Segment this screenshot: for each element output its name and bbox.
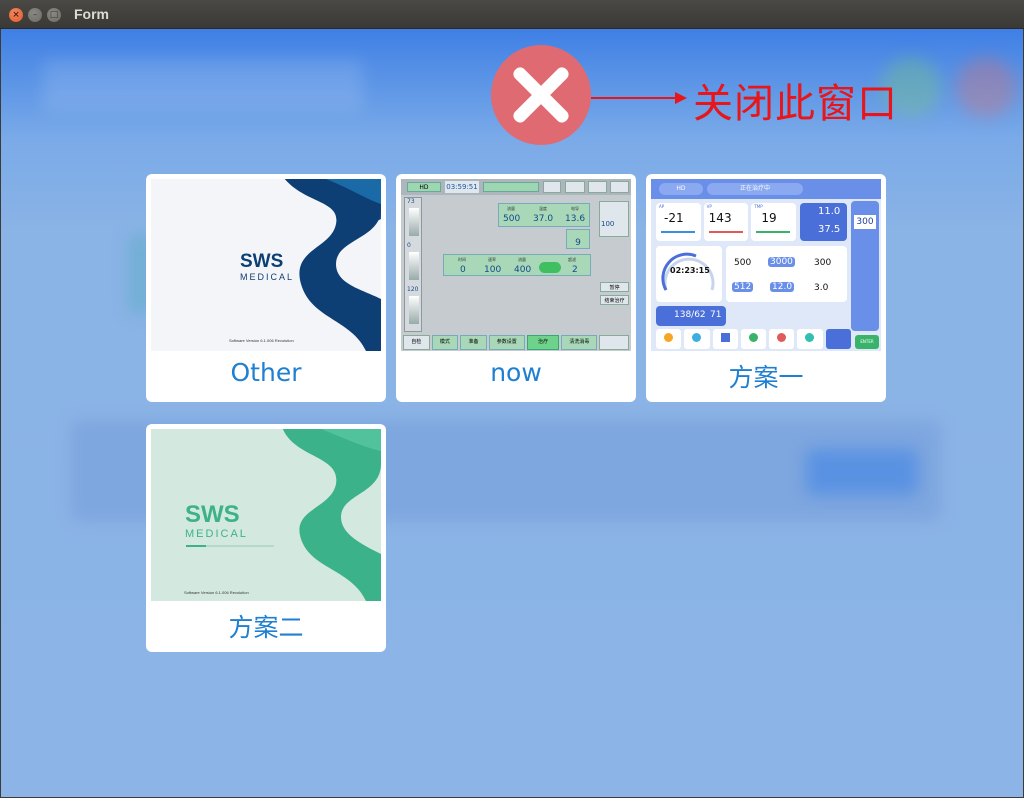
brand-logo-subtext: MEDICAL — [240, 272, 295, 282]
mini-right-control: 100 — [599, 201, 629, 237]
mini-pause-button: 暂停 — [600, 282, 629, 292]
window-close-button[interactable]: × — [9, 8, 23, 22]
theme-card-now[interactable]: HD 03:59:51 73 0 120 流量 500 温度 37.0 电导 1… — [396, 174, 636, 402]
mini-end-button: 结束治疗 — [600, 295, 629, 305]
mini-icon-button — [543, 181, 561, 193]
mini-values-panel: 流量 500 温度 37.0 电导 13.6 — [498, 203, 590, 227]
window-titlebar: × – □ Form — [0, 0, 1024, 29]
mini-icon-row — [656, 329, 851, 349]
window-minimize-button[interactable]: – — [28, 8, 42, 22]
thumbnail-sws-green: SWS MEDICAL Software Version 6.1.006 Rev… — [151, 429, 381, 601]
loading-bar-track — [186, 545, 274, 547]
mini-tab-bar: 自检 模式 准备 参数设置 治疗 清洗消毒 — [403, 335, 629, 350]
mini-cond-temp: 11.0 37.5 — [800, 203, 847, 241]
close-overlay-icon[interactable] — [491, 45, 591, 145]
brand-logo-text: SWS — [240, 251, 284, 272]
mini-values-panel: 时间 0 速率 100 流量 400 超滤 2 — [443, 254, 591, 276]
card-label: 方案二 — [228, 613, 304, 642]
blurred-background-title — [43, 59, 363, 111]
mini-bp: 138/62 71 — [656, 306, 726, 326]
software-version: Software Version 6.1.006 Revolution — [184, 590, 249, 595]
brand-logo-subtext: MEDICAL — [185, 528, 248, 540]
loading-bar-fill — [186, 545, 206, 547]
theme-card-plan-1[interactable]: HD 正在治疗中 AP -21 VP 143 TMP 19 11.0 37.5 … — [646, 174, 886, 402]
mini-stats: 500 3000 300 512 12.0 3.0 — [726, 246, 847, 302]
mini-status — [483, 182, 539, 192]
thumbnail-modern-ui: HD 正在治疗中 AP -21 VP 143 TMP 19 11.0 37.5 … — [651, 179, 881, 351]
brand-logo-text: SWS — [185, 501, 240, 528]
arrow-icon — [591, 97, 679, 99]
arrow-head-icon — [675, 92, 687, 104]
mini-value-box: 9 — [566, 229, 590, 249]
theme-card-plan-2[interactable]: SWS MEDICAL Software Version 6.1.006 Rev… — [146, 424, 386, 652]
card-label: now — [490, 358, 542, 387]
main-overlay: 关闭此窗口 SWS MEDICAL Software Version 6.1.0… — [1, 29, 1023, 797]
mini-pressure-gauges: 73 0 120 — [404, 197, 422, 332]
blurred-background-icon — [956, 57, 1016, 117]
mini-pressure-tiles: AP -21 VP 143 TMP 19 — [656, 203, 797, 241]
theme-card-other[interactable]: SWS MEDICAL Software Version 6.1.006 Rev… — [146, 174, 386, 402]
mini-header: HD 正在治疗中 — [651, 179, 881, 199]
thumbnail-legacy-ui: HD 03:59:51 73 0 120 流量 500 温度 37.0 电导 1… — [401, 179, 631, 351]
thumbnail-sws-navy: SWS MEDICAL Software Version 6.1.006 Rev… — [151, 179, 381, 351]
mini-icon-button — [610, 181, 629, 193]
mini-enter-button: ENTER — [855, 335, 879, 349]
window-title: Form — [74, 6, 109, 22]
mini-timer: 02:23:15 — [656, 246, 722, 302]
mini-toggle — [539, 262, 561, 273]
close-window-label: 关闭此窗口 — [693, 81, 898, 127]
mini-clock: 03:59:51 — [445, 181, 479, 193]
blurred-background-button — [806, 449, 918, 495]
card-label: 方案一 — [728, 363, 804, 392]
mini-icon-button — [588, 181, 607, 193]
mini-side-panel: 300 — [851, 201, 879, 331]
window-maximize-button[interactable]: □ — [47, 8, 61, 22]
mini-mode: HD — [407, 182, 441, 192]
card-label: Other — [230, 358, 302, 387]
software-version: Software Version 6.1.006 Revolution — [229, 338, 294, 343]
mini-icon-button — [565, 181, 585, 193]
mini-header: HD 03:59:51 — [401, 179, 631, 195]
